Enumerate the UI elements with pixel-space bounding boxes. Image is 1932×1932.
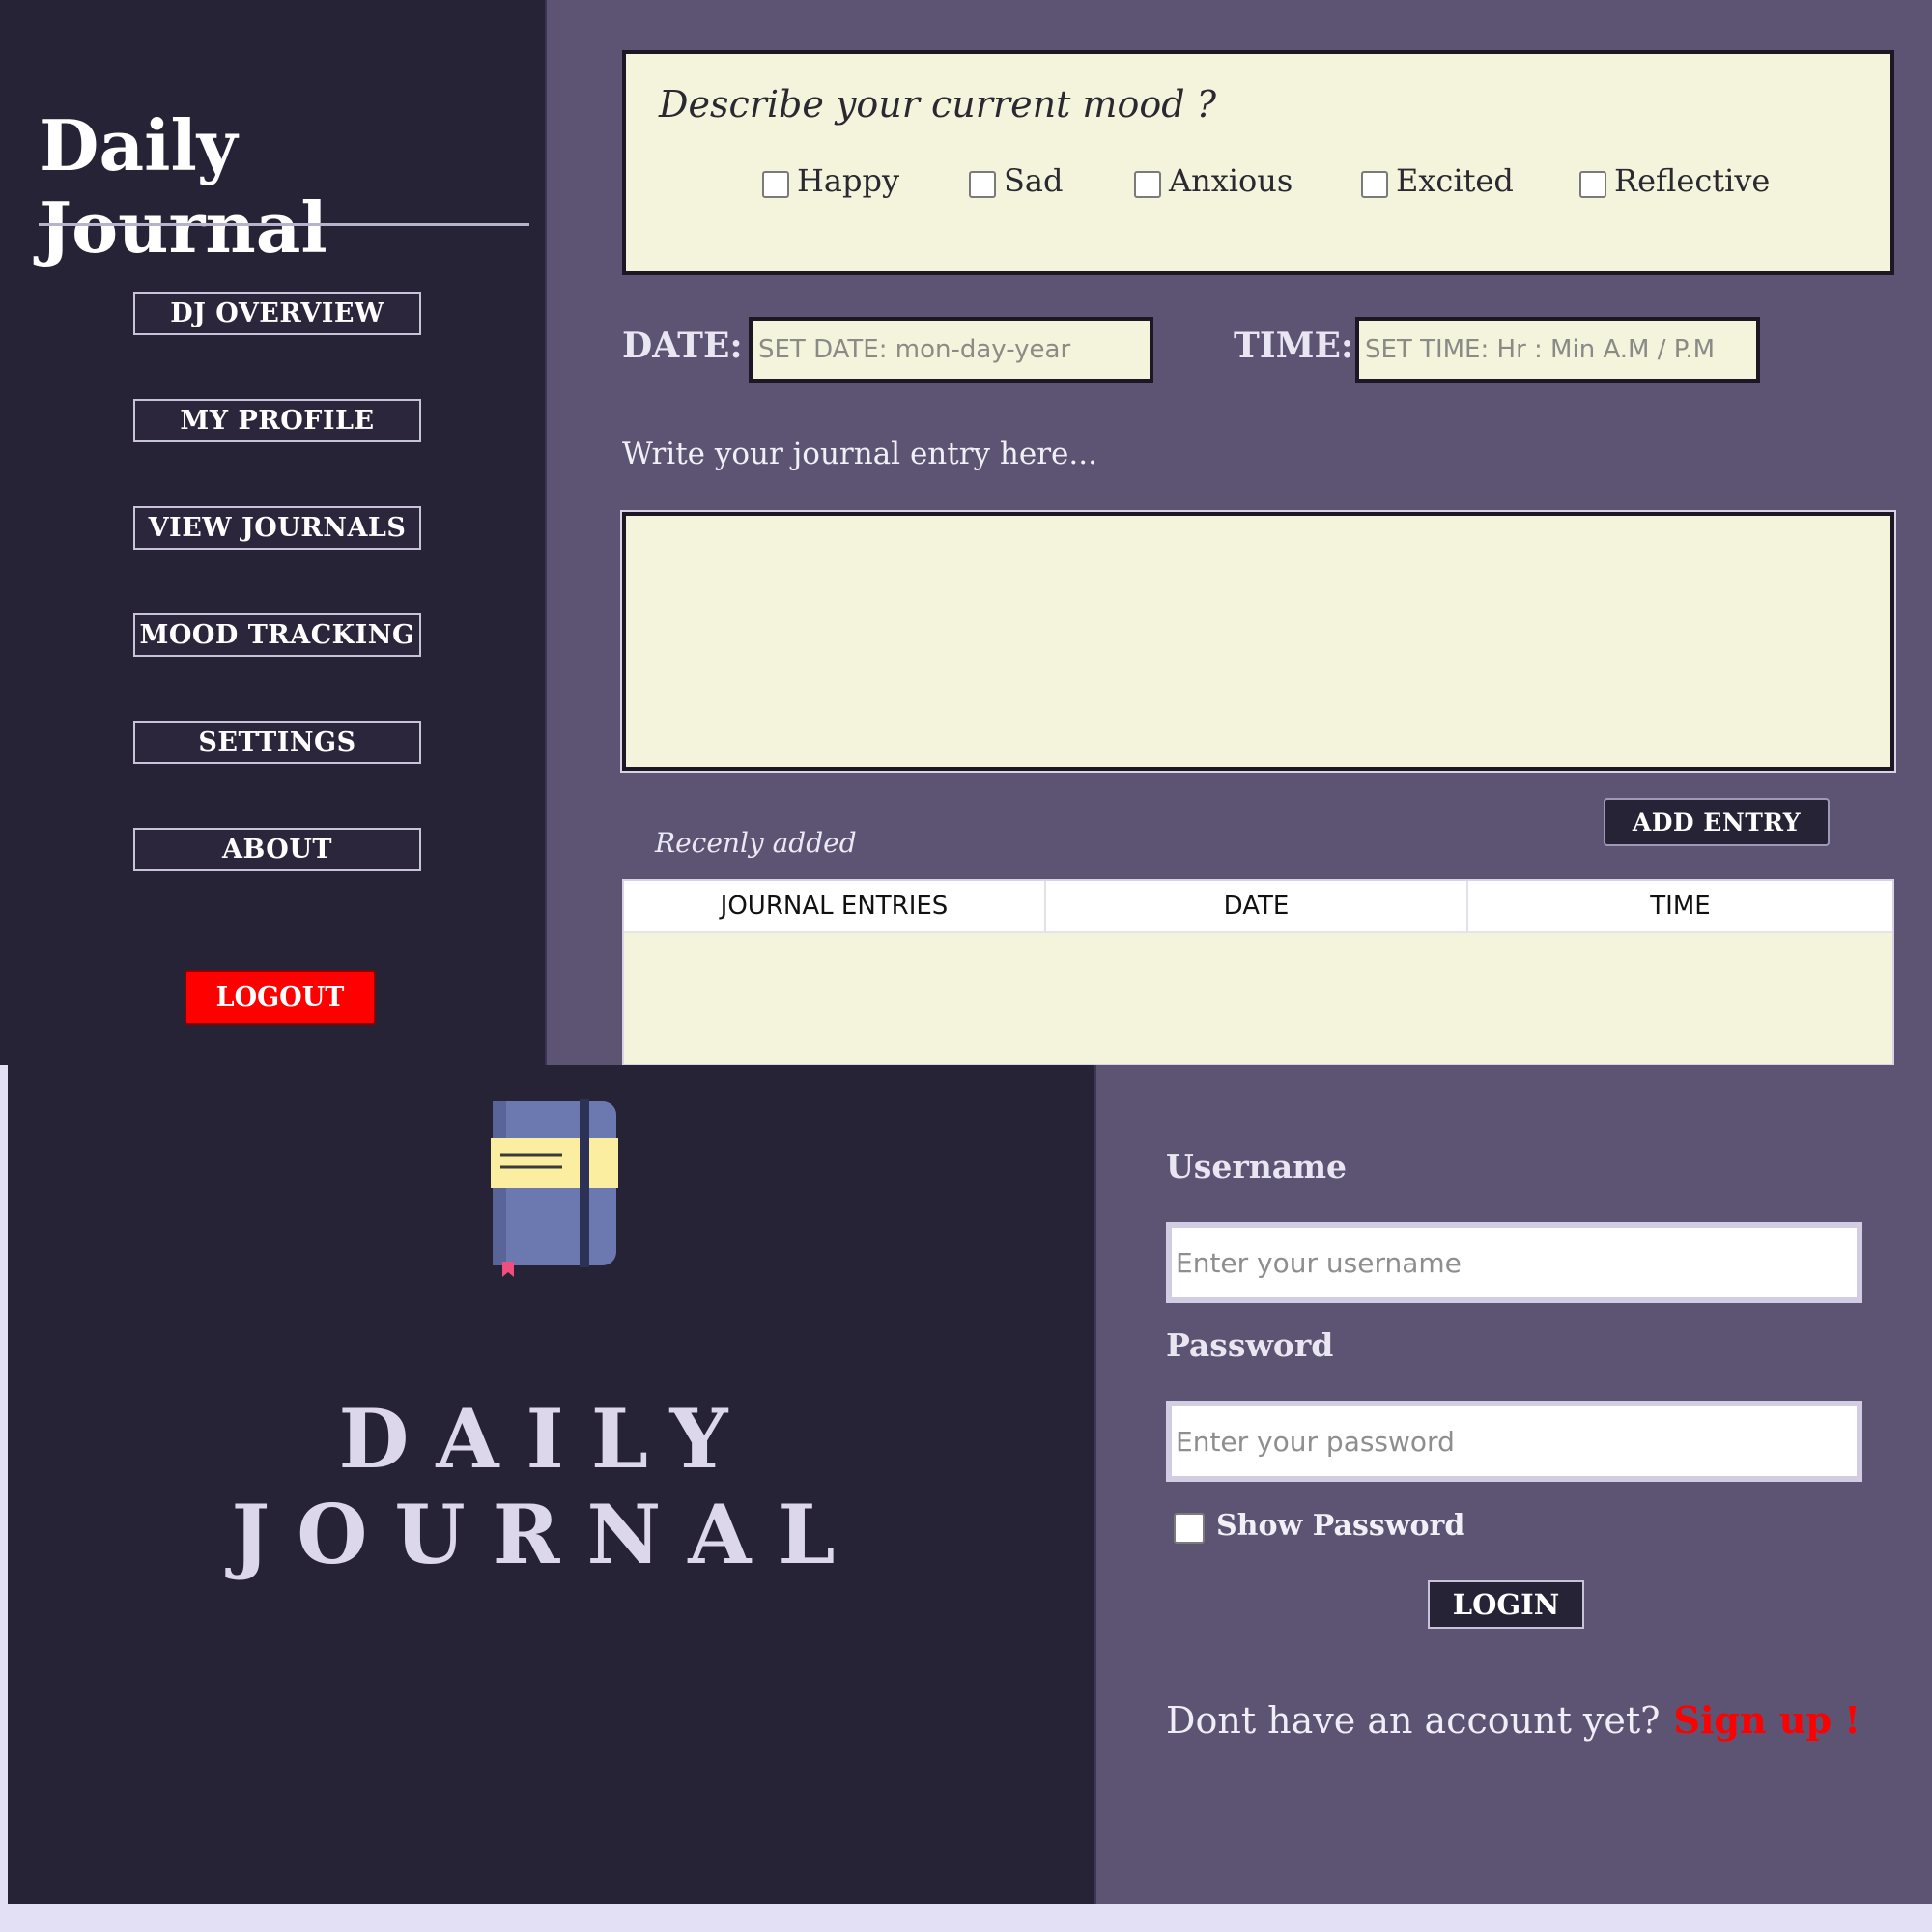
password-label: Password (1166, 1326, 1334, 1364)
journal-entry-textarea[interactable] (622, 512, 1894, 771)
logout-button[interactable]: LOGOUT (185, 970, 376, 1025)
show-password-toggle[interactable]: Show Password (1174, 1507, 1464, 1544)
anxious-checkbox[interactable] (1134, 171, 1161, 198)
mood-option-label: Reflective (1614, 162, 1771, 199)
username-input[interactable]: Enter your username (1166, 1222, 1862, 1303)
sad-checkbox[interactable] (969, 171, 996, 198)
signup-row: Dont have an account yet? Sign up ! (1166, 1698, 1861, 1742)
mood-option-anxious[interactable]: Anxious (1134, 162, 1293, 199)
mood-option-label: Happy (797, 162, 900, 199)
happy-checkbox[interactable] (762, 171, 789, 198)
nav-dj-overview[interactable]: DJ OVERVIEW (133, 292, 421, 335)
time-input[interactable]: SET TIME: Hr : Min A.M / P.M (1355, 317, 1760, 383)
page-bottom-strip (0, 1904, 1932, 1932)
reflective-checkbox[interactable] (1579, 171, 1606, 198)
login-brand-title: DAILY JOURNAL (231, 1391, 863, 1582)
mood-option-sad[interactable]: Sad (969, 162, 1063, 199)
column-header-time: TIME (1468, 881, 1892, 933)
signup-prompt: Dont have an account yet? (1166, 1699, 1661, 1742)
add-entry-button[interactable]: ADD ENTRY (1604, 798, 1830, 846)
date-label: DATE: (622, 326, 743, 366)
column-header-journal-entries: JOURNAL ENTRIES (624, 881, 1046, 933)
column-header-date: DATE (1046, 881, 1468, 933)
mood-question: Describe your current mood ? (659, 83, 1216, 126)
nav-about[interactable]: ABOUT (133, 828, 421, 871)
login-button[interactable]: LOGIN (1428, 1580, 1584, 1629)
recently-added-label: Recenly added (655, 827, 857, 859)
show-password-label: Show Password (1216, 1508, 1465, 1543)
nav-mood-tracking[interactable]: MOOD TRACKING (133, 613, 421, 657)
username-label: Username (1166, 1148, 1348, 1185)
nav-view-journals[interactable]: VIEW JOURNALS (133, 506, 421, 550)
nav-my-profile[interactable]: MY PROFILE (133, 399, 421, 442)
excited-checkbox[interactable] (1361, 171, 1388, 198)
show-password-checkbox[interactable] (1174, 1513, 1205, 1544)
date-input[interactable]: SET DATE: mon-day-year (749, 317, 1153, 383)
login-form-panel (1094, 1065, 1932, 1904)
journal-notebook-icon (491, 1099, 618, 1277)
mood-option-reflective[interactable]: Reflective (1579, 162, 1770, 199)
mood-option-excited[interactable]: Excited (1361, 162, 1514, 199)
entry-hint: Write your journal entry here... (622, 437, 1097, 471)
mood-option-label: Sad (1004, 162, 1064, 199)
title-divider (39, 223, 529, 226)
app-title: Daily Journal (39, 104, 327, 269)
time-label: TIME: (1234, 326, 1354, 366)
signup-link[interactable]: Sign up ! (1674, 1698, 1861, 1742)
password-input[interactable]: Enter your password (1166, 1401, 1862, 1482)
nav-settings[interactable]: SETTINGS (133, 721, 421, 764)
mood-option-happy[interactable]: Happy (762, 162, 899, 199)
mood-option-label: Excited (1396, 162, 1514, 199)
mood-option-label: Anxious (1169, 162, 1293, 199)
